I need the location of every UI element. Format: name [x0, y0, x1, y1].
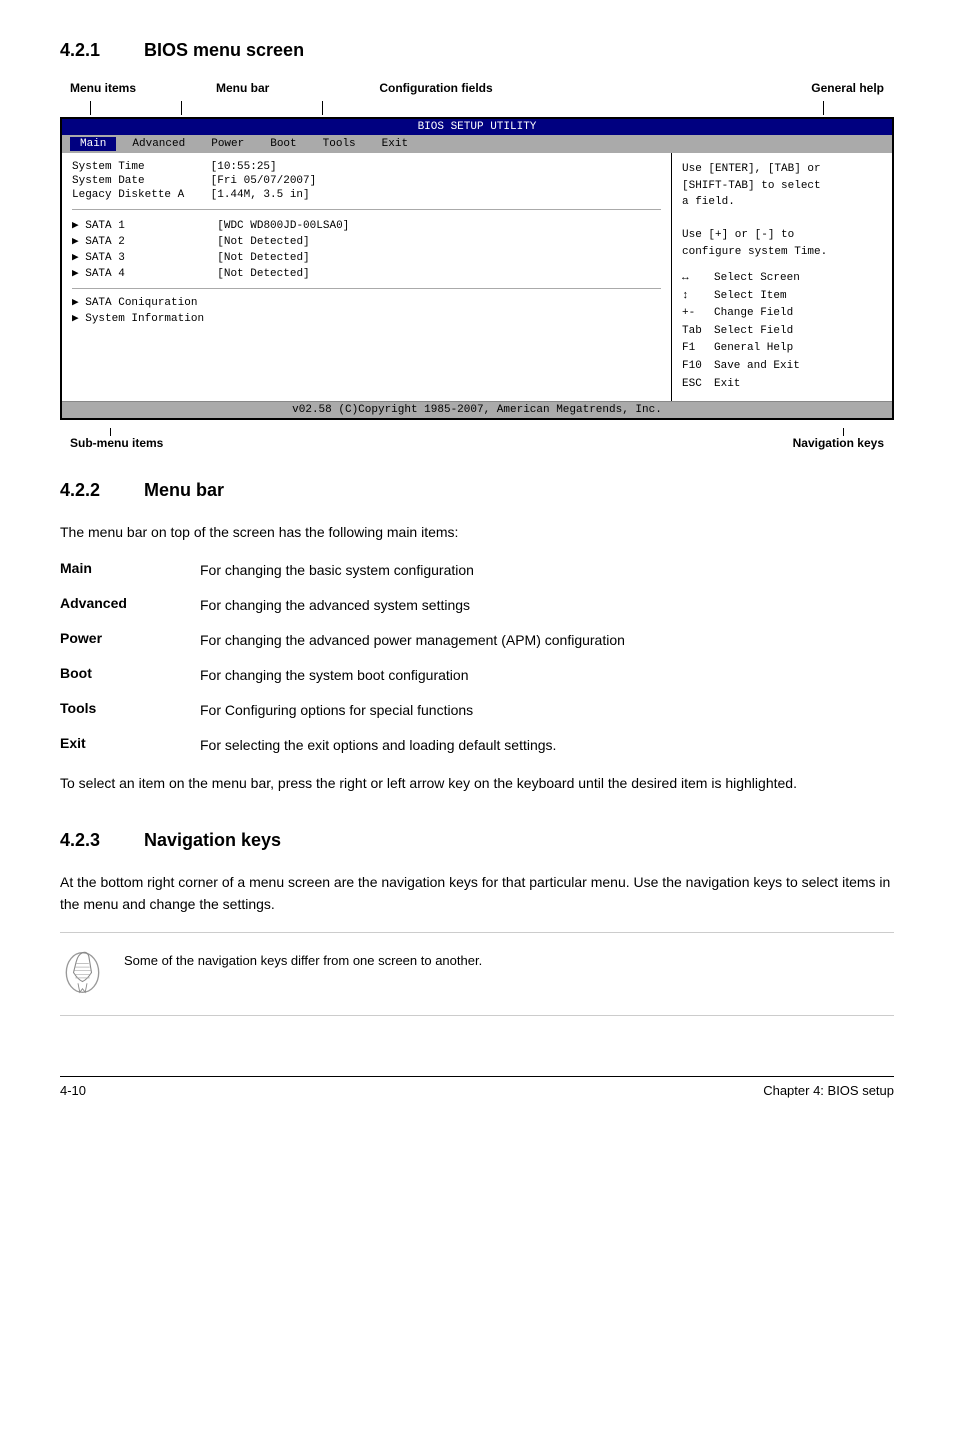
- bios-system-info: System Time [10:55:25] System Date [Fri …: [72, 161, 661, 210]
- menu-item-boot: Boot For changing the system boot config…: [60, 665, 894, 686]
- menu-item-main: Main For changing the basic system confi…: [60, 560, 894, 581]
- nav-keys-intro: At the bottom right corner of a menu scr…: [60, 871, 894, 916]
- footer-page-number: 4-10: [60, 1083, 86, 1098]
- bios-submenu-section: ▶ SATA Coniquration ▶ System Information: [72, 288, 661, 325]
- menu-item-power: Power For changing the advanced power ma…: [60, 630, 894, 651]
- bios-nav-power: Power: [201, 137, 254, 151]
- nav-key-save: F10Save and Exit: [682, 358, 882, 376]
- bios-nav-boot: Boot: [260, 137, 306, 151]
- section-423-heading: 4.2.3 Navigation keys: [60, 830, 894, 851]
- nav-key-change: +-Change Field: [682, 305, 882, 323]
- menu-item-advanced: Advanced For changing the advanced syste…: [60, 595, 894, 616]
- nav-key-help: F1General Help: [682, 340, 882, 358]
- label-config-fields: Configuration fields: [379, 81, 492, 95]
- bios-legacy-diskette: Legacy Diskette A [1.44M, 3.5 in]: [72, 189, 661, 201]
- bios-help-text: Use [ENTER], [TAB] or [SHIFT-TAB] to sel…: [682, 161, 882, 260]
- note-icon: [60, 945, 110, 1003]
- bios-sata2: ▶ SATA 2 [Not Detected]: [72, 234, 661, 248]
- bios-system-date: System Date [Fri 05/07/2007]: [72, 175, 661, 187]
- nav-key-field: TabSelect Field: [682, 323, 882, 341]
- section-422-number: 4.2.2: [60, 480, 120, 501]
- section-422-title: Menu bar: [144, 480, 224, 501]
- bios-nav-tools: Tools: [313, 137, 366, 151]
- nav-key-esc: ESCExit: [682, 376, 882, 394]
- section-421-heading: 4.2.1 BIOS menu screen: [60, 40, 894, 61]
- note-box: Some of the navigation keys differ from …: [60, 932, 894, 1016]
- bios-sata3: ▶ SATA 3 [Not Detected]: [72, 250, 661, 264]
- menu-item-tools: Tools For Configuring options for specia…: [60, 700, 894, 721]
- bios-sata-section: ▶ SATA 1 [WDC WD800JD-00LSA0] ▶ SATA 2 […: [72, 218, 661, 280]
- footer-chapter: Chapter 4: BIOS setup: [763, 1083, 894, 1098]
- nav-key-screen: ↔Select Screen: [682, 270, 882, 288]
- page-footer: 4-10 Chapter 4: BIOS setup: [60, 1076, 894, 1098]
- bios-nav-keys: ↔Select Screen ↕Select Item +-Change Fie…: [682, 270, 882, 393]
- section-423-number: 4.2.3: [60, 830, 120, 851]
- bios-diagram: Menu items Menu bar Configuration fields…: [60, 81, 894, 450]
- menu-bar-intro: The menu bar on top of the screen has th…: [60, 521, 894, 543]
- bios-sata-config: ▶ SATA Coniquration: [72, 295, 661, 309]
- bios-sata1: ▶ SATA 1 [WDC WD800JD-00LSA0]: [72, 218, 661, 232]
- section-422: 4.2.2 Menu bar The menu bar on top of th…: [60, 480, 894, 794]
- label-sub-menu: Sub-menu items: [70, 436, 163, 450]
- label-menu-bar: Menu bar: [216, 81, 269, 95]
- bios-right-panel: Use [ENTER], [TAB] or [SHIFT-TAB] to sel…: [672, 153, 892, 401]
- section-423-title: Navigation keys: [144, 830, 281, 851]
- section-423: 4.2.3 Navigation keys At the bottom righ…: [60, 830, 894, 1016]
- bios-nav-main: Main: [70, 137, 116, 151]
- label-nav-keys: Navigation keys: [793, 436, 884, 450]
- bios-screen: BIOS SETUP UTILITY Main Advanced Power B…: [60, 117, 894, 420]
- section-421-title: BIOS menu screen: [144, 40, 304, 61]
- menu-bar-footer: To select an item on the menu bar, press…: [60, 772, 894, 794]
- bios-sata4: ▶ SATA 4 [Not Detected]: [72, 266, 661, 280]
- section-421-number: 4.2.1: [60, 40, 120, 61]
- bios-title-bar: BIOS SETUP UTILITY: [62, 119, 892, 135]
- bios-body: System Time [10:55:25] System Date [Fri …: [62, 153, 892, 401]
- pencil-icon: [60, 945, 105, 1000]
- bios-nav-bar: Main Advanced Power Boot Tools Exit: [62, 135, 892, 153]
- bios-system-time: System Time [10:55:25]: [72, 161, 661, 173]
- bios-title-text: BIOS SETUP UTILITY: [418, 121, 537, 133]
- bios-left-panel: System Time [10:55:25] System Date [Fri …: [62, 153, 672, 401]
- bios-nav-exit: Exit: [372, 137, 418, 151]
- bios-system-info-sub: ▶ System Information: [72, 311, 661, 325]
- menu-item-exit: Exit For selecting the exit options and …: [60, 735, 894, 756]
- menu-items-table: Main For changing the basic system confi…: [60, 560, 894, 756]
- note-text: Some of the navigation keys differ from …: [124, 945, 482, 971]
- label-menu-items: Menu items: [70, 81, 136, 95]
- bios-nav-advanced: Advanced: [122, 137, 195, 151]
- label-general-help: General help: [811, 81, 884, 95]
- section-422-heading: 4.2.2 Menu bar: [60, 480, 894, 501]
- nav-key-item: ↕Select Item: [682, 288, 882, 306]
- bios-footer: v02.58 (C)Copyright 1985-2007, American …: [62, 401, 892, 418]
